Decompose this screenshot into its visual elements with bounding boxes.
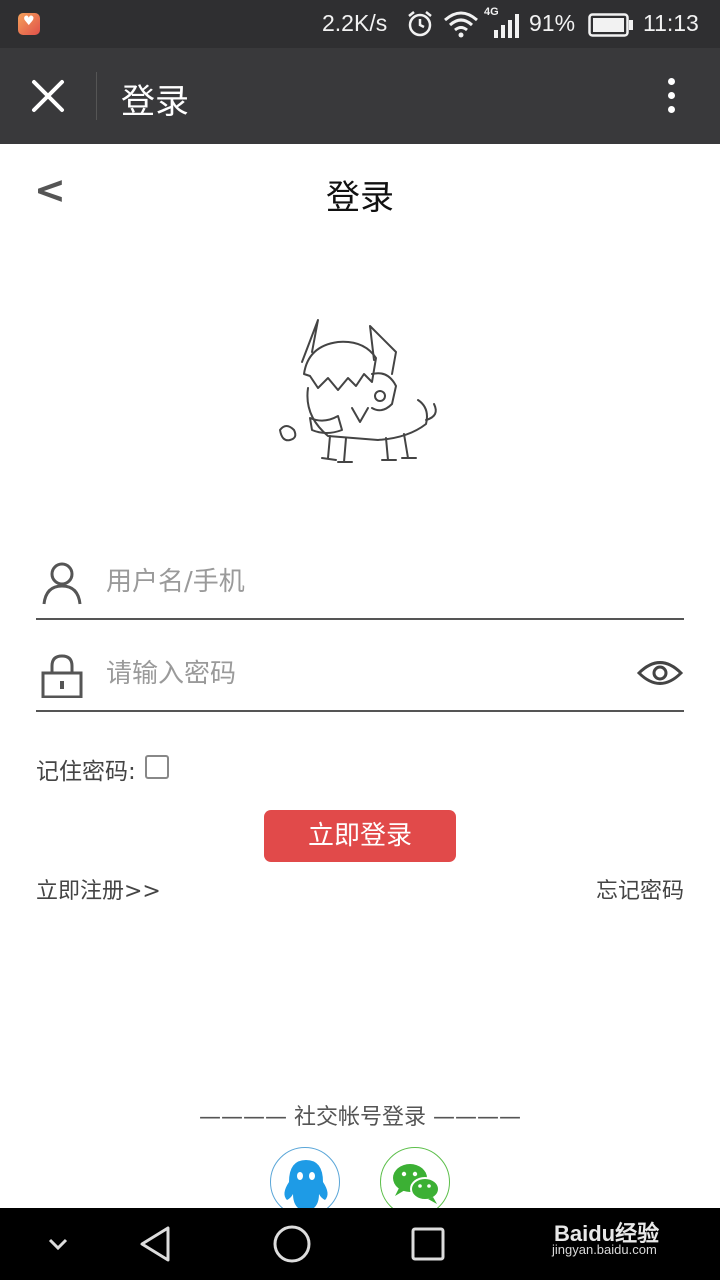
more-options-button[interactable] <box>656 72 688 120</box>
home-circle-icon[interactable] <box>270 1222 314 1266</box>
page-title: 登录 <box>326 178 394 218</box>
social-login-heading: ———— 社交帐号登录 ———— <box>199 1105 521 1130</box>
alarm-icon <box>408 11 432 37</box>
username-input[interactable] <box>106 558 606 606</box>
app-notification-icon <box>18 13 40 35</box>
wifi-icon <box>444 11 478 38</box>
eye-icon <box>636 661 684 685</box>
battery-percent: 91% <box>529 10 576 36</box>
battery-icon <box>588 13 633 37</box>
username-field <box>36 548 684 620</box>
back-triangle-icon[interactable] <box>134 1222 178 1266</box>
yak-mascot-illustration <box>279 319 437 463</box>
app-bar-title: 登录 <box>121 82 189 122</box>
close-icon <box>32 80 64 112</box>
app-bar: 登录 <box>0 48 720 144</box>
recents-square-icon[interactable] <box>406 1222 450 1266</box>
remember-password-checkbox[interactable] <box>145 755 169 779</box>
login-button[interactable]: 立即登录 <box>264 810 456 862</box>
baidu-watermark: Baidu经验 jingyan.baidu.com <box>548 1198 708 1268</box>
qq-icon <box>284 1160 328 1210</box>
clock: 11:13 <box>643 10 699 36</box>
hide-keyboard-icon[interactable] <box>36 1222 80 1266</box>
wechat-icon <box>393 1164 440 1204</box>
show-password-toggle[interactable] <box>636 656 684 690</box>
user-icon <box>42 562 82 605</box>
register-link[interactable]: 立即注册>> <box>36 873 161 905</box>
close-button[interactable] <box>24 72 72 120</box>
password-input[interactable] <box>106 650 606 698</box>
status-bar: 2.2K/s 4G 91% 11:13 <box>0 0 720 48</box>
network-speed: 2.2K/s <box>322 10 388 36</box>
signal-icon <box>494 14 519 38</box>
wechat-login-button[interactable] <box>380 1147 450 1217</box>
qq-login-button[interactable] <box>270 1147 340 1217</box>
app-bar-divider <box>96 72 97 120</box>
watermark-url: jingyan.baidu.com <box>552 1242 657 1257</box>
remember-password-label: 记住密码: <box>36 759 136 785</box>
lock-icon <box>41 654 83 698</box>
password-field <box>36 640 684 712</box>
forgot-password-link[interactable]: 忘记密码 <box>596 873 684 905</box>
